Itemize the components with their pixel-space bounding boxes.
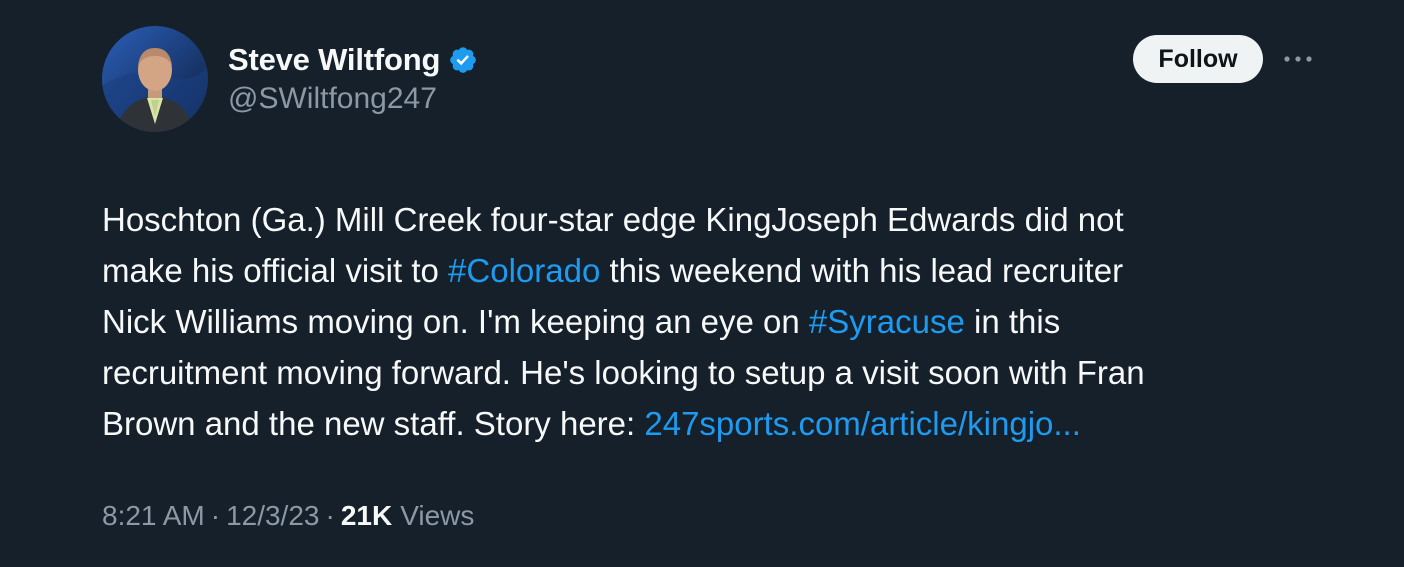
article-link[interactable]: 247sports.com/article/kingjo... [644, 405, 1081, 442]
tweet-line: make his official visit to #Colorado thi… [102, 245, 1342, 296]
tweet-text-segment: in this [964, 303, 1061, 340]
avatar[interactable] [102, 26, 208, 132]
tweet-line: Nick Williams moving on. I'm keeping an … [102, 296, 1342, 347]
display-name[interactable]: Steve Wiltfong [228, 42, 440, 78]
more-horizontal-icon [1284, 56, 1312, 62]
verified-badge-icon [448, 45, 478, 75]
tweet-line: Brown and the new staff. Story here: 247… [102, 398, 1342, 449]
tweet-meta: 8:21 AM · 12/3/23 · 21K Views [102, 500, 474, 532]
tweet-text-segment: this weekend with his lead recruiter [600, 252, 1124, 289]
author-name-row: Steve Wiltfong [228, 38, 478, 82]
more-options-button[interactable] [1278, 44, 1318, 74]
tweet-card: Steve Wiltfong @SWiltfong247 Follow Hosc… [0, 0, 1404, 567]
tweet-date[interactable]: 12/3/23 [226, 500, 319, 532]
follow-button[interactable]: Follow [1133, 35, 1263, 83]
tweet-text-segment: Brown and the new staff. Story here: [102, 405, 645, 442]
tweet-text-segment: make his official visit to [102, 252, 449, 289]
hashtag-link-syracuse[interactable]: #Syracuse [809, 303, 965, 340]
views-label[interactable]: Views [400, 500, 474, 532]
tweet-line: Hoschton (Ga.) Mill Creek four-star edge… [102, 194, 1342, 245]
tweet-text-segment: Hoschton (Ga.) Mill Creek four-star edge… [102, 201, 1124, 238]
tweet-text-segment: recruitment moving forward. He's looking… [102, 354, 1145, 391]
tweet-line: recruitment moving forward. He's looking… [102, 347, 1342, 398]
author-handle[interactable]: @SWiltfong247 [228, 82, 437, 116]
tweet-text-segment: Nick Williams moving on. I'm keeping an … [102, 303, 809, 340]
hashtag-link-colorado[interactable]: #Colorado [448, 252, 600, 289]
views-count[interactable]: 21K [341, 500, 392, 532]
tweet-text: Hoschton (Ga.) Mill Creek four-star edge… [102, 194, 1342, 449]
tweet-time[interactable]: 8:21 AM [102, 500, 205, 532]
meta-separator: · [325, 500, 335, 531]
meta-separator: · [210, 500, 221, 531]
